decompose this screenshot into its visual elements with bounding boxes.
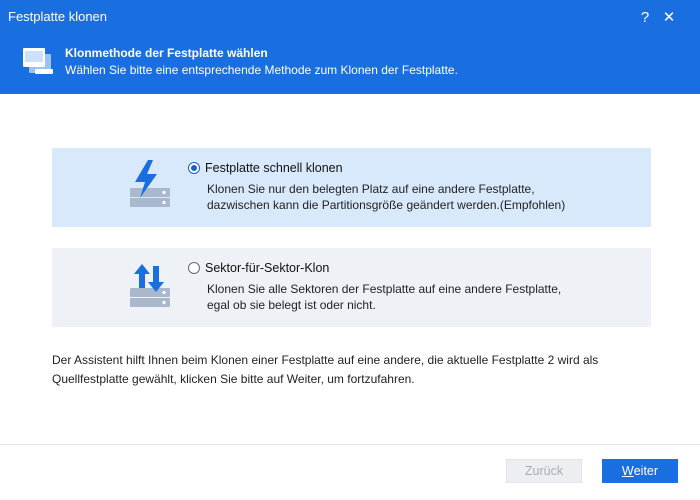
option-fast-clone[interactable]: Festplatte schnell klonen Klonen Sie nur… [52, 148, 651, 227]
transfer-arrows-disk-icon [130, 264, 170, 307]
close-button[interactable]: ✕ [656, 4, 682, 30]
radio-sector-clone[interactable] [188, 262, 200, 274]
next-button[interactable]: Weiter [602, 459, 678, 483]
footer-divider [0, 444, 700, 445]
title-bar: Festplatte klonen ? ✕ [0, 0, 700, 33]
info-text: Der Assistent hilft Ihnen beim Klonen ei… [52, 353, 599, 386]
option-label: Sektor-für-Sektor-Klon [205, 261, 330, 275]
option-description: Klonen Sie nur den belegten Platz auf ei… [207, 182, 566, 212]
close-icon: ✕ [662, 9, 676, 26]
help-button[interactable]: ? [632, 4, 658, 30]
header-title: Klonmethode der Festplatte wählen [65, 46, 268, 60]
option-label: Festplatte schnell klonen [205, 161, 343, 175]
window-title: Festplatte klonen [8, 9, 108, 24]
lightning-disk-icon [130, 160, 170, 207]
back-button[interactable]: Zurück [506, 459, 582, 483]
option-description: Klonen Sie alle Sektoren der Festplatte … [207, 282, 562, 312]
header-banner: Klonmethode der Festplatte wählen Wählen… [0, 33, 700, 94]
disk-clone-icon [23, 48, 53, 74]
next-label-rest: eiter [633, 464, 659, 478]
header-subtitle: Wählen Sie bitte eine entsprechende Meth… [65, 63, 458, 77]
next-mnemonic: W [621, 464, 634, 478]
option-sector-clone[interactable]: Sektor-für-Sektor-Klon Klonen Sie alle S… [52, 248, 651, 327]
radio-fast-clone[interactable] [188, 162, 200, 174]
